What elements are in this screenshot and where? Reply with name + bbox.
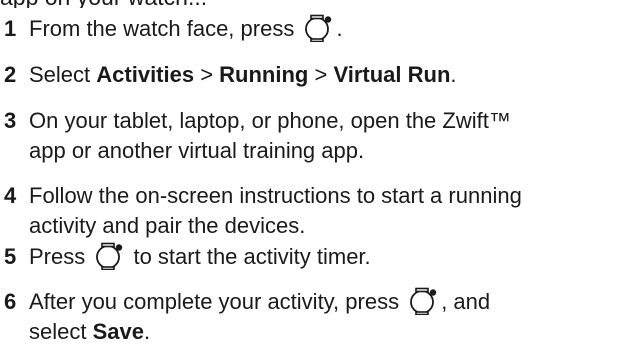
watch-button-icon xyxy=(410,287,437,315)
clipped-previous-line: app on your watch... xyxy=(0,0,641,8)
step-3: 3 On your tablet, laptop, or phone, open… xyxy=(0,106,641,166)
watch-button-icon xyxy=(96,242,123,270)
watch-button-icon xyxy=(305,14,332,42)
step-1: 1 From the watch face, press . xyxy=(0,14,641,44)
step-text-line2: activity and pair the devices. xyxy=(29,213,306,238)
separator: > xyxy=(194,62,220,87)
step-text: After you complete your activity, press xyxy=(29,289,406,314)
step-number: 5 xyxy=(4,244,17,269)
step-text: Press xyxy=(29,244,92,269)
step-text-line1: After you complete your activity, press … xyxy=(29,287,641,317)
step-text-end: , and xyxy=(441,289,491,314)
step-text-line2: select Save. xyxy=(29,317,641,347)
step-number: 3 xyxy=(4,108,17,133)
step-2: 2 Select Activities > Running > Virtual … xyxy=(0,60,641,90)
step-text: Select xyxy=(29,62,97,87)
menu-running: Running xyxy=(219,62,309,87)
step-text-line2: app or another virtual training app. xyxy=(29,138,365,163)
step-number: 2 xyxy=(4,62,17,87)
step-text: From the watch face, press xyxy=(29,16,301,41)
step-4: 4 Follow the on-screen instructions to s… xyxy=(0,181,641,241)
step-5: 5 Press to start the activity timer. xyxy=(0,242,641,272)
step-text-line1: Follow the on-screen instructions to sta… xyxy=(29,183,522,208)
step-text-line1: On your tablet, laptop, or phone, open t… xyxy=(29,108,511,133)
step-text-end: . xyxy=(336,16,343,41)
step-text-end: . xyxy=(450,62,457,87)
step-number: 1 xyxy=(4,16,17,41)
menu-virtual-run: Virtual Run xyxy=(333,62,451,87)
separator: > xyxy=(308,62,334,87)
step-number: 4 xyxy=(4,183,17,208)
step-6: 6 After you complete your activity, pres… xyxy=(0,287,641,347)
step-text-end: to start the activity timer. xyxy=(127,244,371,269)
menu-activities: Activities xyxy=(96,62,195,87)
step-number: 6 xyxy=(4,289,17,314)
